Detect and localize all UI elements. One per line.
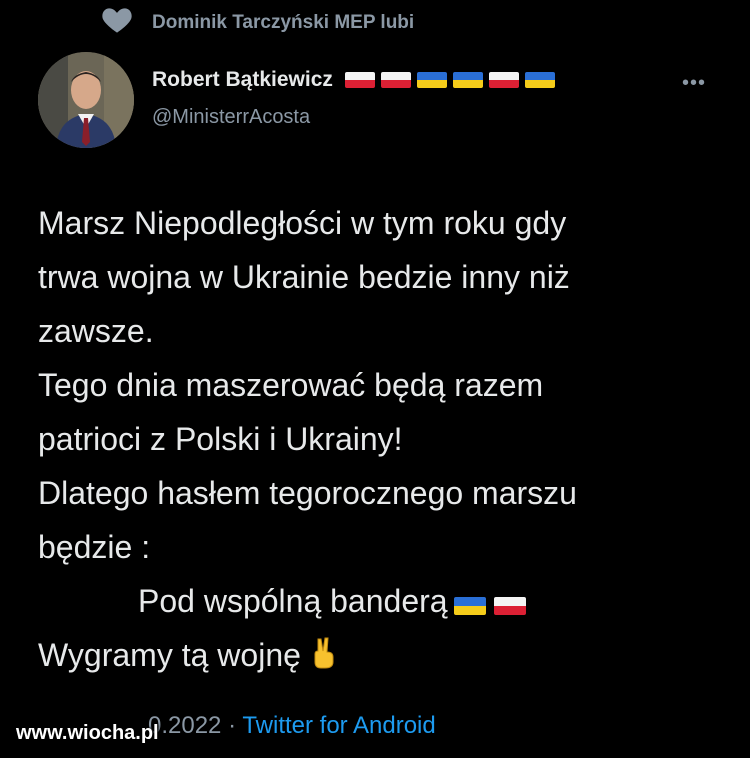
tweet-line: trwa wojna w Ukrainie bedzie inny niż xyxy=(38,259,570,295)
tweet-line: Tego dnia maszerować będą razem xyxy=(38,367,544,403)
ukraine-flag-icon xyxy=(416,72,447,88)
poland-flag-icon xyxy=(380,72,411,88)
victory-hand-icon xyxy=(311,631,337,685)
tweet-line: patrioci z Polski i Ukrainy! xyxy=(38,421,403,457)
closing-text: Wygramy tą wojnę xyxy=(38,637,301,673)
meta-separator: · xyxy=(228,712,237,739)
author-handle[interactable]: @MinisterrAcosta xyxy=(152,106,310,129)
poland-flag-icon xyxy=(494,596,527,615)
tweet-date: 0.2022 xyxy=(148,712,222,739)
poland-flag-icon xyxy=(344,72,375,88)
tweet-line: zawsze. xyxy=(38,313,154,349)
author-name[interactable]: Robert Bątkiewicz xyxy=(152,68,333,92)
closing-line: Wygramy tą wojnę xyxy=(38,628,728,682)
tweet-line: Dlatego hasłem tegorocznego marszu xyxy=(38,475,577,511)
poland-flag-icon xyxy=(488,72,519,88)
avatar[interactable] xyxy=(38,52,134,148)
name-flags xyxy=(344,72,555,88)
watermark: www.wiocha.pl xyxy=(16,722,159,744)
ukraine-flag-icon xyxy=(452,72,483,88)
ukraine-flag-icon xyxy=(453,596,486,615)
tweet-line: będzie : xyxy=(38,529,151,565)
ukraine-flag-icon xyxy=(524,72,555,88)
tweet-text: Marsz Niepodległości w tym roku gdy trwa… xyxy=(38,196,728,682)
tweet-line: Marsz Niepodległości w tym roku gdy xyxy=(38,205,567,241)
slogan-line: Pod wspólną banderą xyxy=(38,574,728,628)
liked-by-text[interactable]: Dominik Tarczyński MEP lubi xyxy=(152,12,414,34)
slogan-text: Pod wspólną banderą xyxy=(138,583,448,619)
tweet-source[interactable]: Twitter for Android xyxy=(242,712,435,739)
heart-icon xyxy=(100,4,134,39)
author-row: Robert Bątkiewicz xyxy=(152,68,555,92)
more-options-icon[interactable]: ••• xyxy=(682,72,706,95)
